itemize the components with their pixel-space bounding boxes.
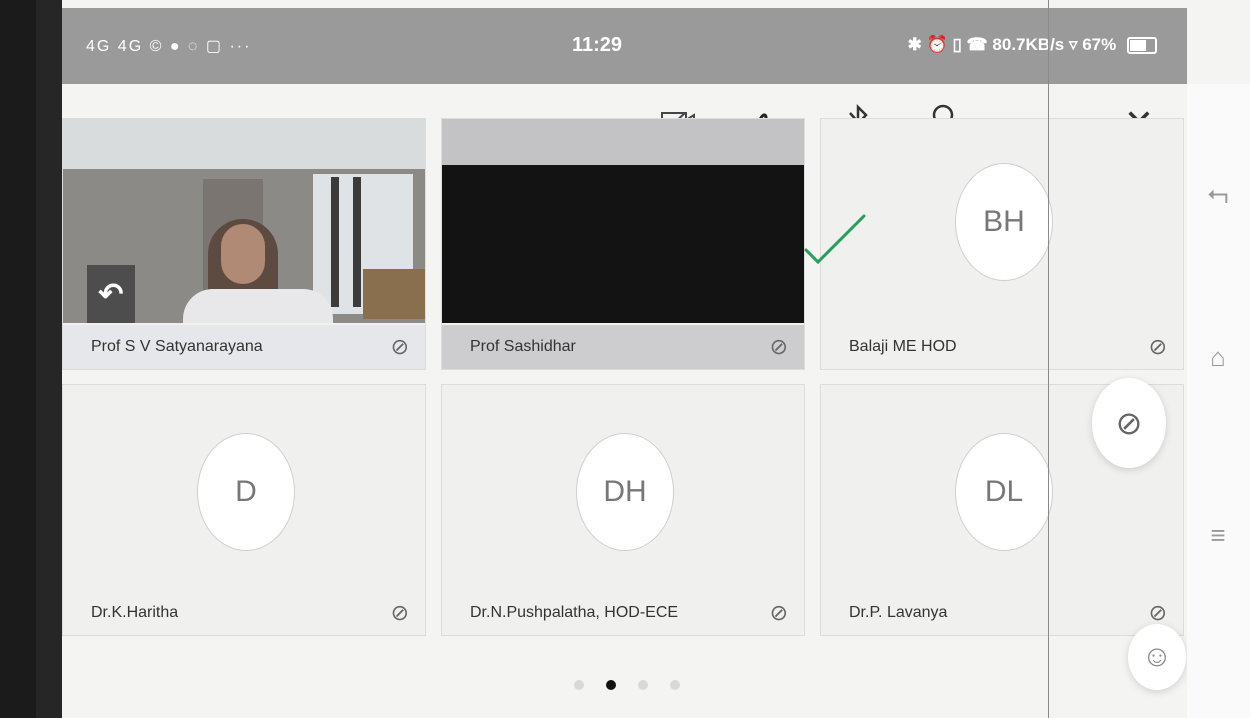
participant-tile-4[interactable]: D Dr.K.Haritha ⊘: [62, 384, 426, 636]
page-dot-active[interactable]: [606, 680, 616, 690]
mic-muted-icon: ⊘: [390, 600, 409, 625]
divider: [1048, 0, 1049, 718]
mic-muted-icon: ⊘: [1148, 600, 1167, 625]
battery-icon: [1127, 37, 1157, 55]
android-nav-bar: ⮢ ⌂ ≡: [1187, 84, 1250, 718]
nav-home-button[interactable]: ⌂: [1203, 342, 1233, 372]
page-dot[interactable]: [638, 680, 648, 690]
participant-namebar: Dr.N.Pushpalatha, HOD-ECE ⊘: [442, 591, 804, 635]
mic-muted-icon: ⊘: [390, 334, 409, 359]
avatar: BH: [955, 163, 1053, 281]
avatar: DL: [955, 433, 1053, 551]
participant-tile-3[interactable]: BH Balaji ME HOD ⊘: [820, 118, 1184, 370]
status-right-text: ✱ ⏰ ▯ ☎ 80.7KB/s ▿ 67%: [907, 35, 1117, 54]
left-frame: [0, 0, 62, 718]
status-bar: 4G 4G © ● ◌ ▢ ··· 11:29 ✱ ⏰ ▯ ☎ 80.7KB/s…: [62, 8, 1187, 84]
page-indicator: [574, 680, 680, 690]
mic-muted-icon: ⊘: [769, 600, 788, 625]
participant-namebar: Prof S V Satyanarayana ⊘: [63, 325, 425, 369]
participant-namebar: Dr.K.Haritha ⊘: [63, 591, 425, 635]
nav-back-button[interactable]: ⮢: [1203, 177, 1233, 208]
participant-name: Prof S V Satyanarayana: [91, 338, 263, 355]
mic-muted-icon: ⊘: [1115, 405, 1143, 441]
reactions-button[interactable]: ☺: [1128, 624, 1186, 690]
participant-namebar: Dr.P. Lavanya ⊘: [821, 591, 1183, 635]
nav-menu-button[interactable]: ≡: [1203, 520, 1233, 550]
checkmark-annotation: [804, 214, 866, 265]
status-time: 11:29: [572, 34, 623, 56]
status-left-icons: 4G 4G © ● ◌ ▢ ···: [86, 38, 252, 55]
back-arrow-button[interactable]: ↶: [87, 265, 135, 323]
participant-namebar: Prof Sashidhar ⊘: [442, 325, 804, 369]
avatar: D: [197, 433, 295, 551]
participant-name: Dr.K.Haritha: [91, 604, 179, 621]
participant-tile-2[interactable]: Prof Sashidhar ⊘: [441, 118, 805, 370]
participant-tile-1[interactable]: ↶ Prof S V Satyanarayana ⊘: [62, 118, 426, 370]
participant-name: Balaji ME HOD: [849, 338, 957, 355]
mute-toggle-button[interactable]: ⊘: [1092, 378, 1166, 468]
participant-name: Dr.P. Lavanya: [849, 604, 948, 621]
smiley-icon: ☺: [1141, 640, 1173, 673]
participant-name: Prof Sashidhar: [470, 338, 576, 355]
avatar: DH: [576, 433, 674, 551]
status-right: ✱ ⏰ ▯ ☎ 80.7KB/s ▿ 67%: [908, 35, 1157, 55]
participant-tile-5[interactable]: DH Dr.N.Pushpalatha, HOD-ECE ⊘: [441, 384, 805, 636]
participant-video: ↶: [63, 119, 425, 323]
page-dot[interactable]: [670, 680, 680, 690]
participant-video: [442, 119, 804, 323]
page-dot[interactable]: [574, 680, 584, 690]
participant-name: Dr.N.Pushpalatha, HOD-ECE: [470, 604, 679, 621]
mic-muted-icon: ⊘: [1148, 334, 1167, 359]
mic-muted-icon: ⊘: [769, 334, 788, 359]
participant-namebar: Balaji ME HOD ⊘: [821, 325, 1183, 369]
